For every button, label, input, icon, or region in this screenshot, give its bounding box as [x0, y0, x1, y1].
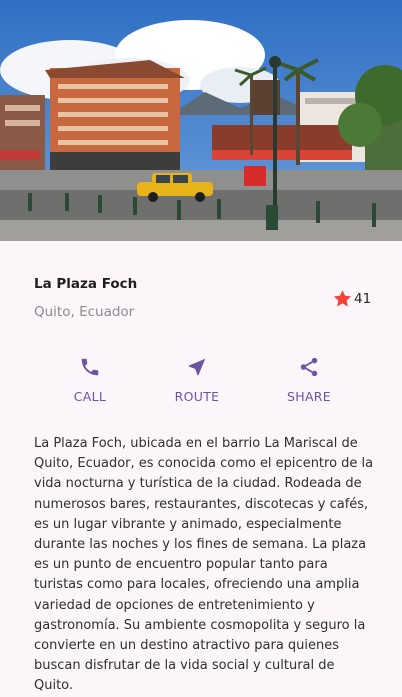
rating-count: 41: [354, 290, 372, 307]
phone-icon: [78, 355, 102, 379]
navigation-icon: [185, 355, 209, 379]
plaza-photo: [0, 0, 402, 241]
route-button[interactable]: ROUTE: [157, 355, 237, 404]
place-title: La Plaza Foch: [34, 276, 138, 292]
place-header: La Plaza Foch Quito, Ecuador 41: [0, 241, 402, 335]
action-row: CALL ROUTE SHARE: [0, 335, 402, 437]
place-location: Quito, Ecuador: [34, 304, 135, 320]
route-label: ROUTE: [174, 389, 220, 404]
star-icon: [333, 290, 352, 307]
rating: 41: [332, 288, 371, 309]
call-button[interactable]: CALL: [50, 355, 130, 404]
share-icon: [297, 355, 321, 379]
call-label: CALL: [73, 389, 107, 404]
share-label: SHARE: [287, 389, 331, 404]
hero-image: [0, 0, 402, 241]
share-button[interactable]: SHARE: [269, 355, 349, 404]
place-description: La Plaza Foch, ubicada en el barrio La M…: [34, 436, 374, 694]
